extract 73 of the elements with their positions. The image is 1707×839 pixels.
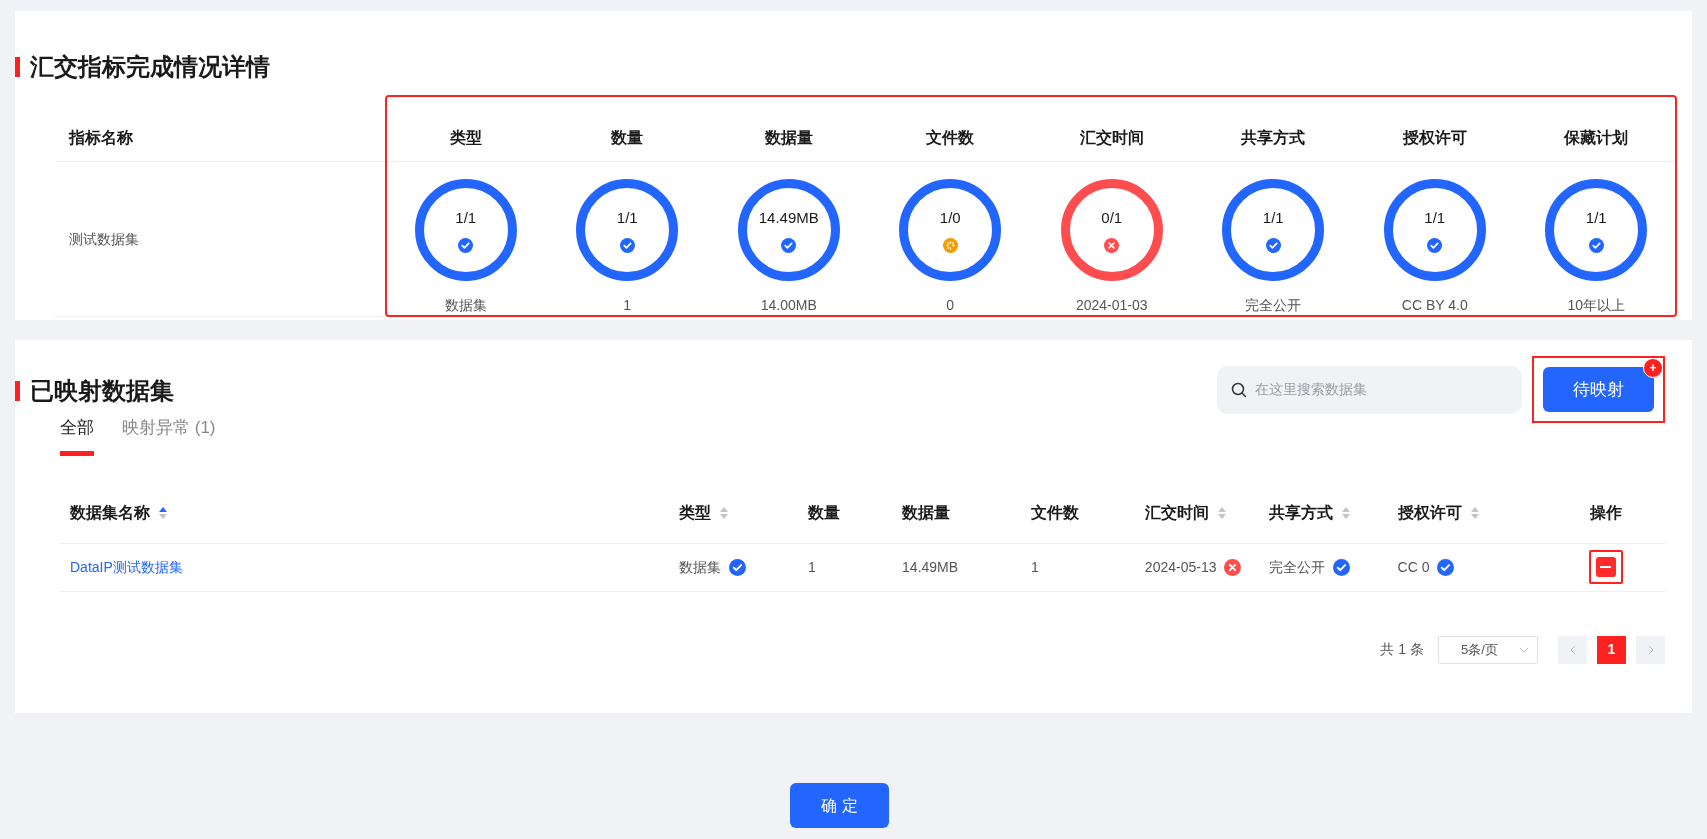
- column-header: 文件数: [926, 128, 975, 148]
- ratio-value: 1/1: [616, 208, 638, 229]
- column-header: 指标名称: [69, 128, 133, 148]
- chevron-down-icon: [1519, 646, 1529, 653]
- ratio-value: 1/1: [1424, 208, 1446, 229]
- check-circle-icon: [781, 237, 797, 253]
- column-header: 数量: [611, 128, 644, 148]
- table-cell-text: 1: [807, 557, 816, 577]
- column-header: 数据量: [902, 503, 951, 523]
- search-field[interactable]: 在这里搜索数据集: [1217, 365, 1522, 414]
- title-accent-bar: [15, 57, 20, 77]
- column-header[interactable]: 授权许可: [1397, 501, 1462, 525]
- metric-detail: 完全公开: [1245, 296, 1302, 315]
- tab[interactable]: 全部: [60, 415, 94, 456]
- column-header: 操作: [1589, 503, 1622, 523]
- sort-icon[interactable]: [158, 506, 168, 520]
- clock-dot-icon: [942, 237, 958, 253]
- previous-page-button[interactable]: [1558, 635, 1587, 664]
- metric-detail: CC BY 4.0: [1401, 296, 1468, 315]
- column-header[interactable]: 数据集名称: [70, 501, 150, 525]
- table-cell-text: 测试数据集: [69, 229, 139, 249]
- check-circle-icon: [1427, 237, 1443, 253]
- ratio-value: 1/0: [939, 208, 961, 229]
- ratio-value: 1/1: [1585, 208, 1607, 229]
- dataset-link[interactable]: DataIP测试数据集: [70, 556, 183, 578]
- table-cell-text: 14.49MB: [902, 557, 959, 577]
- chevron-right-icon: [1647, 644, 1654, 655]
- check-circle-icon: [1265, 237, 1281, 253]
- ratio-value: 1/1: [1262, 208, 1284, 229]
- badge: +: [1643, 358, 1663, 378]
- column-header[interactable]: 共享方式: [1268, 501, 1333, 525]
- check-circle-icon: [458, 237, 474, 253]
- column-header: 数量: [807, 503, 840, 523]
- title-accent-bar: [15, 380, 20, 401]
- page-button[interactable]: 1: [1597, 635, 1626, 664]
- remove-button[interactable]: [1595, 557, 1616, 577]
- tab[interactable]: 映射异常 (1): [122, 415, 216, 456]
- column-header: 共享方式: [1241, 128, 1306, 148]
- page-size-select[interactable]: 5条/页: [1438, 635, 1538, 664]
- confirm-button[interactable]: 确 定: [790, 783, 889, 828]
- column-header: 保藏计划: [1564, 128, 1629, 148]
- metric-detail: 10年以上: [1567, 296, 1626, 315]
- column-header: 文件数: [1030, 503, 1079, 523]
- metric-detail: 14.00MB: [760, 296, 817, 315]
- metric-detail: 0: [946, 296, 955, 315]
- table-cell-text: CC 0: [1397, 557, 1430, 577]
- check-circle-icon: [1588, 237, 1604, 253]
- column-header: 授权许可: [1402, 128, 1467, 148]
- column-header: 类型: [449, 128, 482, 148]
- search-input[interactable]: 在这里搜索数据集: [1255, 379, 1508, 400]
- section-title: 汇交指标完成情况详情: [30, 52, 270, 82]
- metric-detail: 1: [623, 296, 632, 315]
- column-header[interactable]: 类型: [679, 501, 712, 525]
- table-cell-text: 1: [1030, 557, 1039, 577]
- total-count: 共 1 条: [1380, 640, 1424, 659]
- search-icon: [1231, 381, 1247, 398]
- section-title: 已映射数据集: [30, 375, 174, 406]
- chevron-left-icon: [1569, 644, 1576, 655]
- ratio-value: 0/1: [1101, 208, 1123, 229]
- table-cell-text: 完全公开: [1268, 557, 1325, 577]
- metric-detail: 数据集: [444, 296, 487, 315]
- next-page-button[interactable]: [1636, 635, 1665, 664]
- table-cell-text: 数据集: [679, 557, 722, 577]
- metric-detail: 2024-01-03: [1075, 296, 1148, 315]
- table-cell-text: 2024-05-13: [1144, 557, 1217, 577]
- check-circle-icon: [619, 237, 635, 253]
- x-circle-icon: [1104, 237, 1120, 253]
- ratio-value: 1/1: [455, 208, 477, 229]
- ratio-value: 14.49MB: [758, 208, 819, 229]
- column-header: 汇交时间: [1079, 128, 1144, 148]
- column-header: 数据量: [764, 128, 813, 148]
- column-header[interactable]: 汇交时间: [1144, 501, 1209, 525]
- minus-icon: [1600, 566, 1612, 568]
